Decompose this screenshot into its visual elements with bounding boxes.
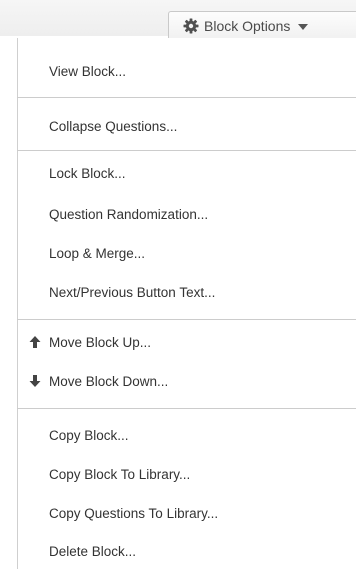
arrow-down-icon <box>29 374 41 388</box>
menu-divider <box>17 97 356 98</box>
menu-divider <box>17 408 356 409</box>
menu-item-lock-block[interactable]: Lock Block... <box>49 162 126 186</box>
menu-item-copy-block[interactable]: Copy Block... <box>49 424 129 448</box>
menu-item-move-block-down[interactable]: Move Block Down... <box>49 370 168 394</box>
menu-item-move-block-up[interactable]: Move Block Up... <box>49 331 151 355</box>
menu-item-delete-block[interactable]: Delete Block... <box>49 540 136 564</box>
menu-item-view-block[interactable]: View Block... <box>49 60 126 84</box>
menu-item-question-randomization[interactable]: Question Randomization... <box>49 203 208 227</box>
menu-item-loop-merge[interactable]: Loop & Merge... <box>49 242 145 266</box>
block-options-label: Block Options <box>204 17 291 34</box>
block-options-button[interactable]: Block Options <box>168 11 356 39</box>
menu-divider <box>17 319 356 320</box>
caret-down-icon <box>298 23 309 30</box>
menu-item-next-previous-button-text[interactable]: Next/Previous Button Text... <box>49 281 215 305</box>
menu-item-collapse-questions[interactable]: Collapse Questions... <box>49 115 177 139</box>
menu-item-copy-block-to-library[interactable]: Copy Block To Library... <box>49 463 190 487</box>
menu-divider <box>17 150 356 151</box>
menu-item-copy-questions-to-library[interactable]: Copy Questions To Library... <box>49 502 218 526</box>
arrow-up-icon <box>29 335 41 349</box>
gear-icon <box>183 18 199 34</box>
